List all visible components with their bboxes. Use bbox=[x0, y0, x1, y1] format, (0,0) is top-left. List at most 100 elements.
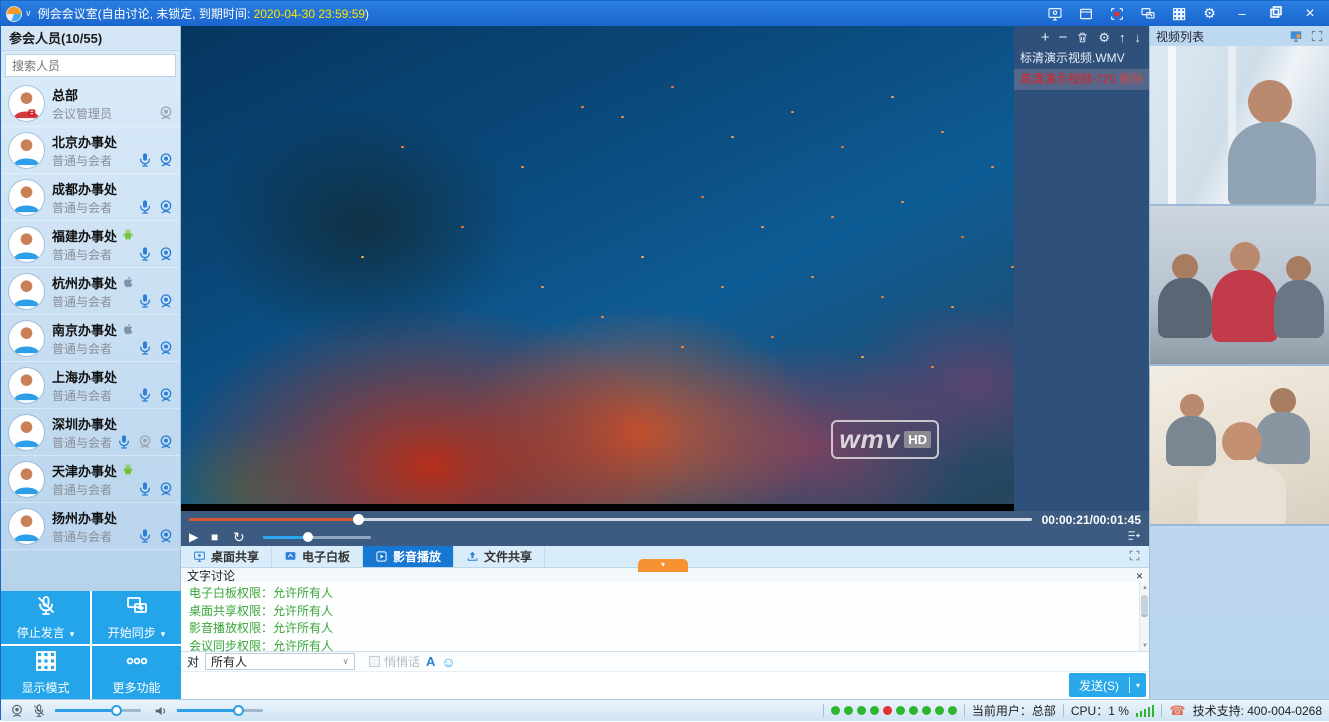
speaker-volume-slider[interactable] bbox=[177, 709, 263, 712]
move-down-icon[interactable]: ↓ bbox=[1135, 31, 1142, 44]
start-sync-button[interactable]: 开始同步▾ bbox=[92, 591, 181, 644]
record-icon[interactable] bbox=[1108, 5, 1125, 22]
loop-button[interactable]: ↻ bbox=[233, 529, 255, 546]
participant-row[interactable]: 上海办事处 普通与会者 bbox=[1, 362, 180, 409]
playlist-toggle-icon[interactable] bbox=[1126, 528, 1141, 546]
stop-button[interactable]: ■ bbox=[211, 530, 233, 544]
participant-row[interactable]: 天津办事处 普通与会者 bbox=[1, 456, 180, 503]
move-up-icon[interactable]: ↑ bbox=[1119, 31, 1126, 44]
message-compose-area: 发送(S) ▾ bbox=[181, 672, 1149, 699]
speaker-icon[interactable] bbox=[153, 703, 171, 719]
mic-icon[interactable] bbox=[137, 387, 153, 403]
play-button[interactable]: ▶ bbox=[189, 530, 211, 544]
participant-row[interactable]: 深圳办事处 普通与会者 bbox=[1, 409, 180, 456]
video-thumbnail[interactable] bbox=[1150, 46, 1329, 206]
webcam-icon[interactable] bbox=[158, 528, 174, 544]
mic-icon[interactable] bbox=[137, 528, 153, 544]
trash-icon[interactable] bbox=[1076, 31, 1089, 44]
grid-qr-icon[interactable] bbox=[1170, 5, 1187, 22]
mic-icon[interactable] bbox=[137, 340, 153, 356]
playlist-item-selected[interactable]: 高清演示视频-720P.wmv 删除 bbox=[1014, 69, 1149, 90]
participant-row[interactable]: 福建办事处 普通与会者 bbox=[1, 221, 180, 268]
playlist-remove-icon[interactable]: − bbox=[1059, 31, 1068, 44]
playlist-settings-gear-icon[interactable]: ⚙ bbox=[1098, 31, 1110, 44]
screen-share-icon[interactable] bbox=[1046, 5, 1063, 22]
webcam-status-icon[interactable] bbox=[9, 703, 27, 719]
mic-icon[interactable] bbox=[137, 246, 153, 262]
whisper-checkbox[interactable] bbox=[369, 656, 380, 667]
mic-icon[interactable] bbox=[116, 434, 132, 450]
volume-slider[interactable] bbox=[263, 536, 371, 539]
webcam-icon[interactable] bbox=[158, 246, 174, 262]
webcam-icon[interactable] bbox=[158, 152, 174, 168]
settings-gear-icon[interactable]: ⚙ bbox=[1201, 5, 1218, 22]
avatar bbox=[9, 86, 44, 121]
mic-volume-handle[interactable] bbox=[111, 705, 122, 716]
webcam-icon[interactable] bbox=[158, 293, 174, 309]
restore-button[interactable] bbox=[1266, 6, 1286, 21]
participant-row[interactable]: 南京办事处 普通与会者 bbox=[1, 315, 180, 362]
send-button[interactable]: 发送(S) ▾ bbox=[1069, 673, 1146, 697]
video-thumbnail[interactable] bbox=[1150, 366, 1329, 526]
chat-expand-icon[interactable] bbox=[1128, 549, 1141, 565]
caret-down-icon[interactable]: ▾ bbox=[161, 629, 166, 639]
send-options-caret-icon[interactable]: ▾ bbox=[1130, 681, 1146, 690]
tab-file-share[interactable]: 文件共享 bbox=[454, 546, 545, 567]
participant-panel: 参会人员(10/55) 总部 会议管理员 北京办事处 普通与会者 bbox=[1, 26, 181, 591]
close-button[interactable]: × bbox=[1300, 5, 1320, 23]
invite-network-icon[interactable] bbox=[1139, 5, 1156, 22]
search-box bbox=[5, 54, 176, 77]
more-features-button[interactable]: 更多功能 bbox=[92, 646, 181, 699]
panel-expand-icon[interactable] bbox=[1310, 29, 1324, 43]
participant-row[interactable]: 杭州办事处 普通与会者 bbox=[1, 268, 180, 315]
volume-handle[interactable] bbox=[303, 532, 313, 542]
scrollbar-thumb[interactable] bbox=[1141, 595, 1148, 617]
message-input[interactable] bbox=[181, 672, 1149, 699]
delete-link[interactable]: 删除 bbox=[1119, 69, 1143, 90]
webcam-icon[interactable] bbox=[158, 434, 174, 450]
video-frame[interactable]: wmvHD bbox=[181, 26, 1014, 511]
participant-role: 会议管理员 bbox=[52, 105, 158, 122]
playlist-item[interactable]: 标清演示视频.WMV bbox=[1014, 48, 1149, 69]
chat-scrollbar[interactable]: ▲ ▼ bbox=[1139, 583, 1149, 651]
apple-icon bbox=[121, 322, 135, 336]
tab-media-playback[interactable]: 影音播放 bbox=[363, 546, 454, 567]
font-button[interactable]: A bbox=[426, 654, 435, 669]
recipient-select[interactable]: 所有人 ∨ bbox=[205, 653, 355, 670]
minimize-button[interactable]: – bbox=[1232, 6, 1252, 21]
participant-row[interactable]: 总部 会议管理员 bbox=[1, 80, 180, 127]
emoticon-icon[interactable]: ☺ bbox=[441, 654, 455, 670]
webcam-icon[interactable] bbox=[158, 105, 174, 121]
video-mode-icon[interactable] bbox=[1289, 29, 1303, 43]
search-input[interactable] bbox=[6, 59, 173, 73]
tab-whiteboard[interactable]: 电子白板 bbox=[272, 546, 363, 567]
caret-down-icon[interactable]: ▾ bbox=[70, 629, 75, 639]
speaker-volume-handle[interactable] bbox=[233, 705, 244, 716]
seek-handle[interactable] bbox=[353, 514, 364, 525]
participant-role: 普通与会者 bbox=[52, 293, 137, 310]
mic-muted-status-icon[interactable] bbox=[31, 703, 49, 719]
seek-bar[interactable] bbox=[189, 518, 1032, 521]
window-layout-icon[interactable] bbox=[1077, 5, 1094, 22]
playlist-add-icon[interactable]: + bbox=[1041, 31, 1050, 44]
webcam-icon[interactable] bbox=[158, 340, 174, 356]
webcam-icon[interactable] bbox=[158, 481, 174, 497]
chevron-down-icon[interactable]: ∨ bbox=[25, 8, 32, 19]
participant-row[interactable]: 成都办事处 普通与会者 bbox=[1, 174, 180, 221]
video-thumbnail[interactable] bbox=[1150, 206, 1329, 366]
tab-desktop-share[interactable]: 桌面共享 bbox=[181, 546, 272, 567]
mic-icon[interactable] bbox=[137, 293, 153, 309]
mic-icon[interactable] bbox=[137, 152, 153, 168]
display-mode-button[interactable]: 显示模式 bbox=[1, 646, 90, 699]
participant-row[interactable]: 扬州办事处 普通与会者 bbox=[1, 503, 180, 550]
mic-volume-slider[interactable] bbox=[55, 709, 141, 712]
stop-speaking-button[interactable]: 停止发言▾ bbox=[1, 591, 90, 644]
chat-close-icon[interactable]: × bbox=[1136, 570, 1143, 582]
collapse-handle[interactable]: ▾ bbox=[638, 559, 688, 572]
webcam-icon[interactable] bbox=[158, 199, 174, 215]
participant-row[interactable]: 北京办事处 普通与会者 bbox=[1, 127, 180, 174]
mic-icon[interactable] bbox=[137, 199, 153, 215]
webcam-icon[interactable] bbox=[158, 387, 174, 403]
webcam-icon[interactable] bbox=[137, 434, 153, 450]
mic-icon[interactable] bbox=[137, 481, 153, 497]
